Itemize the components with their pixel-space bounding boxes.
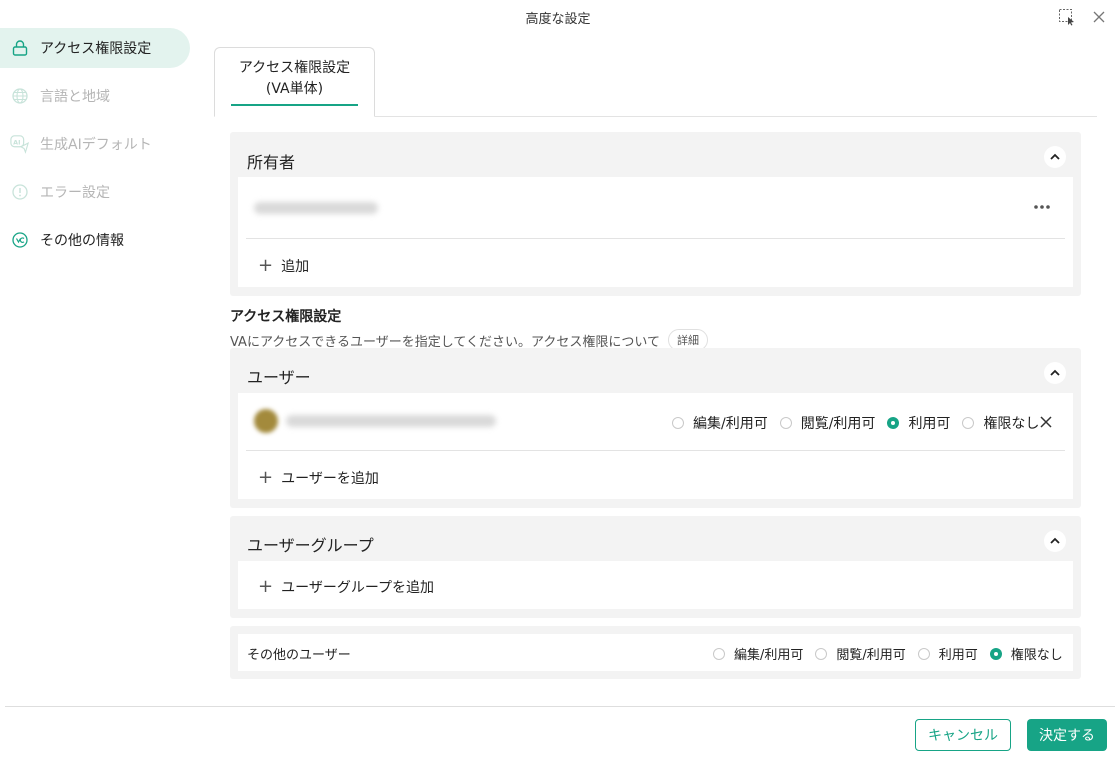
radio-use[interactable]: 利用可 [917, 644, 978, 663]
owner-name-redacted [254, 202, 378, 214]
sidebar-item-error-settings[interactable]: エラー設定 [0, 172, 195, 212]
user-groups-panel: ユーザーグループ + ユーザーグループを追加 [230, 516, 1081, 618]
radio-dot [713, 647, 725, 660]
radio-label: 閲覧/利用可 [800, 416, 876, 432]
owner-list: + 追加 [238, 177, 1073, 287]
sidebar-item-label: その他の情報 [40, 233, 124, 249]
user-groups-title: ユーザーグループ [247, 536, 374, 555]
window-title: 高度な設定 [525, 12, 591, 27]
add-owner-label: 追加 [281, 259, 310, 275]
radio-view-use[interactable]: 閲覧/利用可 [815, 644, 906, 663]
access-description-text: VAにアクセスできるユーザーを指定してください。アクセス権限について [230, 334, 660, 350]
radio-label: 編集/利用可 [693, 416, 768, 432]
sidebar-item-genai-defaults[interactable]: AI 生成AIデフォルト [0, 124, 195, 164]
add-user-button[interactable]: + ユーザーを追加 [258, 468, 379, 488]
owner-panel: 所有者 + 追加 [230, 132, 1081, 296]
radio-dot-selected [989, 647, 1002, 660]
chevron-up-icon[interactable] [1044, 362, 1066, 384]
radio-edit-use[interactable]: 編集/利用可 [672, 413, 768, 433]
add-owner-button[interactable]: + 追加 [258, 256, 309, 276]
radio-dot [672, 417, 684, 429]
radio-dot-selected [887, 417, 900, 429]
add-user-group-button[interactable]: + ユーザーグループを追加 [258, 577, 434, 597]
radio-label: 権限なし [983, 416, 1040, 432]
plus-icon: + [258, 576, 274, 597]
confirm-button[interactable]: 決定する [1027, 719, 1107, 751]
radio-no-permission[interactable]: 権限なし [962, 413, 1039, 433]
radio-label: 権限なし [1010, 648, 1063, 663]
user-name-redacted [286, 415, 496, 427]
avatar [254, 409, 278, 433]
more-options-icon[interactable] [1031, 197, 1053, 217]
divider [246, 450, 1065, 451]
radio-label: 利用可 [908, 416, 951, 432]
radio-dot [815, 647, 828, 660]
remove-user-icon[interactable] [1038, 414, 1054, 430]
plus-icon: + [258, 467, 274, 488]
users-list: 編集/利用可 閲覧/利用可 利用可 権限なし + ユーザーを追加 [238, 393, 1073, 499]
chevron-up-icon[interactable] [1044, 146, 1066, 168]
access-section-title: アクセス権限設定 [230, 309, 342, 325]
sidebar-item-other-info[interactable]: その他の情報 [0, 220, 195, 260]
radio-dot [917, 647, 930, 660]
radio-edit-use[interactable]: 編集/利用可 [713, 644, 803, 663]
sidebar-item-language-region[interactable]: 言語と地域 [0, 76, 195, 116]
tab-bar: アクセス権限設定 (VA単体) [214, 47, 1097, 117]
user-groups-list: + ユーザーグループを追加 [238, 561, 1073, 609]
radio-label: 利用可 [938, 648, 978, 663]
chevron-up-icon[interactable] [1044, 530, 1066, 552]
sidebar-item-label: エラー設定 [40, 185, 110, 201]
other-users-label: その他のユーザー [247, 648, 351, 663]
user-permission-radios: 編集/利用可 閲覧/利用可 利用可 権限なし [660, 413, 1039, 433]
ai-icon: AI [10, 134, 30, 154]
add-user-group-label: ユーザーグループを追加 [281, 580, 434, 596]
alert-icon [10, 182, 30, 202]
radio-use[interactable]: 利用可 [887, 413, 950, 433]
other-users-panel: その他のユーザー 編集/利用可 閲覧/利用可 利用可 権限なし [230, 626, 1081, 679]
other-users-row: その他のユーザー 編集/利用可 閲覧/利用可 利用可 権限なし [238, 634, 1073, 671]
add-user-label: ユーザーを追加 [281, 471, 379, 487]
tab-active-indicator [231, 104, 358, 106]
lock-icon [10, 38, 30, 58]
radio-view-use[interactable]: 閲覧/利用可 [779, 413, 876, 433]
sidebar-item-label: 生成AIデフォルト [40, 137, 152, 153]
info-icon [10, 230, 30, 250]
tab-va-access[interactable]: アクセス権限設定 (VA単体) [214, 47, 375, 117]
cancel-button[interactable]: キャンセル [915, 719, 1011, 751]
radio-dot [779, 417, 792, 429]
radio-label: 編集/利用可 [734, 648, 804, 663]
tab-label-line1: アクセス権限設定 [238, 60, 351, 76]
owner-title: 所有者 [247, 153, 296, 172]
radio-dot [962, 417, 975, 429]
close-icon[interactable] [1090, 8, 1108, 26]
sidebar: アクセス権限設定 言語と地域 AI 生成AIデフォルト エラー設定 その他の情報 [0, 28, 195, 268]
sidebar-item-label: アクセス権限設定 [40, 41, 152, 57]
svg-text:AI: AI [13, 139, 20, 146]
sidebar-item-label: 言語と地域 [40, 89, 110, 105]
sidebar-item-access-permissions[interactable]: アクセス権限設定 [0, 28, 190, 68]
users-title: ユーザー [247, 368, 311, 387]
plus-icon: + [258, 255, 274, 276]
globe-icon [10, 86, 30, 106]
screen-select-icon[interactable] [1058, 8, 1076, 26]
radio-no-permission[interactable]: 権限なし [989, 644, 1063, 663]
footer-divider [5, 706, 1115, 707]
users-panel: ユーザー 編集/利用可 閲覧/利用可 利用可 権限なし + ユーザーを追加 [230, 348, 1081, 508]
radio-label: 閲覧/利用可 [836, 648, 906, 663]
tab-label-line2: (VA単体) [265, 81, 324, 97]
divider [246, 238, 1065, 239]
other-users-permission-radios: 編集/利用可 閲覧/利用可 利用可 権限なし [701, 644, 1063, 663]
